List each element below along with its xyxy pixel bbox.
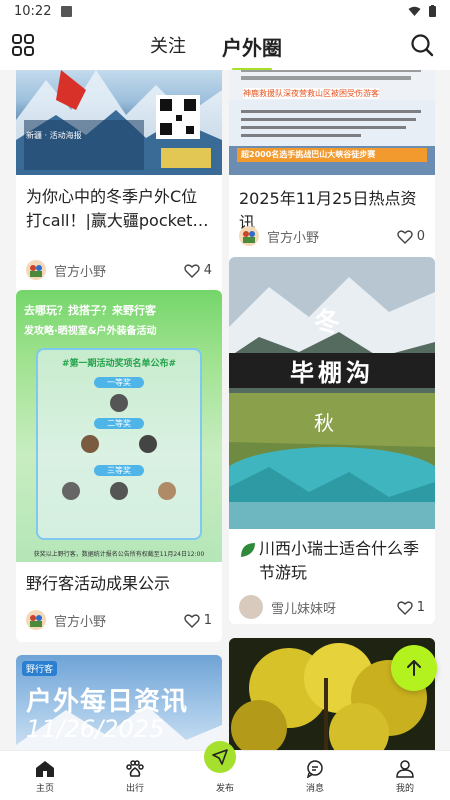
leaf-icon [241, 543, 255, 557]
like-button[interactable]: 0 [397, 229, 425, 244]
post-cover-image: 冬 毕棚沟 秋 [229, 257, 435, 529]
heart-icon [184, 613, 200, 628]
nav-home-label: 主页 [35, 784, 54, 794]
send-icon [212, 749, 228, 765]
author-name[interactable]: 官方小野 [267, 227, 319, 246]
like-count: 4 [203, 262, 212, 278]
post-card[interactable]: 去哪玩？找搭子？来野行客 发攻略·晒视室&户外装备活动 #第一期活动奖项名单公布… [16, 290, 222, 642]
battery-icon [429, 5, 436, 17]
status-bar: 10:22 [0, 0, 450, 22]
post-card[interactable]: 野行客 户外每日资讯 11/26/2025 [16, 655, 222, 750]
publish-button[interactable] [204, 741, 236, 773]
like-button[interactable]: 1 [397, 600, 425, 615]
prize-third: 三等奖 [94, 465, 144, 476]
cover-char-winter: 冬 [314, 308, 341, 338]
nav-travel[interactable]: 出行 [90, 751, 180, 800]
cover-note: 超2000名选手挑战巴山大峡谷徒步赛 [241, 150, 376, 159]
prize-second: 二等奖 [94, 418, 144, 429]
message-icon [306, 760, 323, 778]
nav-publish-label: 发布 [215, 784, 234, 794]
post-title: 川西小瑞士适合什么季节游玩 [229, 537, 435, 585]
feed: 新疆 · 活动海报 为你心中的冬季户外C位打call！|赢大疆pocket… 官… [0, 70, 450, 750]
nav-messages[interactable]: 消息 [270, 751, 360, 800]
winner-avatar [110, 482, 128, 500]
cover-place-name: 毕棚沟 [229, 353, 435, 388]
heart-icon [184, 263, 200, 278]
author-name[interactable]: 官方小野 [54, 611, 106, 630]
nav-messages-label: 消息 [305, 784, 324, 794]
post-card[interactable]: 冬 毕棚沟 秋 川西小瑞士适合什么季节游玩 雪儿妹妹呀 1 [229, 257, 435, 624]
nav-travel-label: 出行 [125, 784, 144, 794]
cover-logo: 野行客 [22, 661, 58, 676]
status-time: 10:22 [14, 3, 52, 19]
post-title: 为你心中的冬季户外C位打call！|赢大疆pocket… [26, 187, 209, 230]
author-avatar [26, 610, 46, 630]
heart-icon [397, 600, 413, 615]
cover-header: 去哪玩？找搭子？来野行客 [24, 304, 156, 317]
cover-char-autumn: 秋 [314, 411, 334, 435]
grid-menu-icon[interactable] [12, 34, 34, 56]
cover-footer: 获奖以上野行客，数据统计报名公告所有权截至11月24日12:00 [33, 551, 205, 558]
like-count: 1 [203, 612, 212, 628]
arrow-up-icon [407, 660, 421, 676]
post-meta: 官方小野 1 [26, 610, 212, 630]
author-avatar [239, 226, 259, 246]
nav-profile-label: 我的 [395, 784, 414, 794]
post-cover-image: 神鹿救援队深夜营救山区被困受伤游客 超2000名选手挑战巴山大峡谷徒步赛 [229, 70, 435, 175]
prize-board: #第一期活动奖项名单公布# 一等奖 二等奖 三等奖 [36, 348, 202, 540]
post-title: 野行客活动成果公示 [26, 574, 171, 593]
cover-headline: 神鹿救援队深夜营救山区被困受伤游客 [243, 88, 379, 99]
like-button[interactable]: 4 [184, 263, 212, 278]
heart-icon [397, 229, 413, 244]
nav-profile[interactable]: 我的 [360, 751, 450, 800]
cover-caption: 新疆 · 活动海报 [26, 131, 82, 140]
like-button[interactable]: 1 [184, 613, 212, 628]
tab-outdoor-circle[interactable]: 户外圈 [222, 32, 282, 71]
nav-home[interactable]: 主页 [0, 751, 90, 800]
post-cover-image: 新疆 · 活动海报 [16, 70, 222, 175]
post-cover-image: 野行客 户外每日资讯 11/26/2025 [16, 655, 222, 750]
author-name[interactable]: 官方小野 [54, 261, 106, 280]
like-count: 1 [416, 599, 425, 615]
cover-date: 11/26/2025 [26, 715, 165, 743]
paw-icon [126, 760, 144, 777]
home-icon [36, 761, 54, 777]
search-icon[interactable] [410, 33, 434, 57]
scroll-top-button[interactable] [391, 645, 437, 691]
winner-avatar [62, 482, 80, 500]
top-header: 关注 户外圈 [0, 22, 450, 71]
user-icon [396, 760, 414, 778]
winner-avatar [81, 435, 99, 453]
cover-logo-text: 野行客 [26, 665, 54, 675]
bottom-nav: 主页 出行 发布 消息 我的 [0, 741, 450, 800]
top-tabs: 关注 户外圈 [150, 32, 282, 71]
winner-avatar [110, 394, 128, 412]
prize-first: 一等奖 [94, 377, 144, 388]
post-cover-image: 去哪玩？找搭子？来野行客 发攻略·晒视室&户外装备活动 #第一期活动奖项名单公布… [16, 290, 222, 562]
post-title-text: 川西小瑞士适合什么季节游玩 [259, 539, 420, 582]
winner-avatar [139, 435, 157, 453]
cover-subheader: 发攻略·晒视室&户外装备活动 [24, 326, 157, 337]
author-avatar [26, 260, 46, 280]
nav-publish[interactable]: 发布 [180, 741, 270, 800]
wifi-icon [408, 6, 421, 16]
notification-icon [61, 5, 73, 17]
post-meta: 官方小野 4 [26, 260, 212, 280]
author-avatar [239, 595, 263, 619]
winner-avatar [158, 482, 176, 500]
post-meta: 雪儿妹妹呀 1 [239, 595, 425, 619]
post-meta: 官方小野 0 [239, 226, 425, 246]
tab-following[interactable]: 关注 [150, 32, 186, 61]
prize-list-title: #第一期活动奖项名单公布# [61, 359, 177, 369]
cover-title: 户外每日资讯 [26, 687, 189, 717]
like-count: 0 [416, 228, 425, 244]
author-name[interactable]: 雪儿妹妹呀 [271, 598, 336, 617]
